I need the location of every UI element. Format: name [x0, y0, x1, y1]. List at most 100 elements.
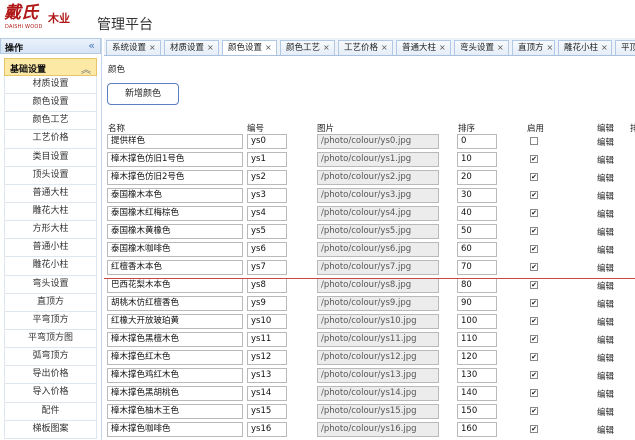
- sidebar-item[interactable]: 顶头设置: [4, 166, 97, 185]
- edit-link[interactable]: 编辑: [597, 208, 614, 220]
- colour-sort-input[interactable]: 50: [457, 224, 497, 239]
- sidebar-item[interactable]: 弯头设置: [4, 275, 97, 294]
- colour-code-input[interactable]: ys8: [247, 278, 287, 293]
- edit-link[interactable]: 编辑: [597, 262, 614, 274]
- edit-link[interactable]: 编辑: [597, 154, 614, 166]
- colour-sort-input[interactable]: 150: [457, 404, 497, 419]
- close-icon[interactable]: ×: [381, 43, 388, 52]
- colour-sort-input[interactable]: 20: [457, 170, 497, 185]
- colour-image-input[interactable]: /photo/colour/ys2.jpg: [317, 170, 439, 185]
- edit-link[interactable]: 编辑: [597, 424, 614, 436]
- colour-image-input[interactable]: /photo/colour/ys9.jpg: [317, 296, 439, 311]
- sidebar-item[interactable]: 弧弯顶方: [4, 348, 97, 367]
- sidebar-item[interactable]: 类目设置: [4, 148, 97, 167]
- colour-code-input[interactable]: ys11: [247, 332, 287, 347]
- colour-sort-input[interactable]: 140: [457, 386, 497, 401]
- colour-sort-input[interactable]: 160: [457, 422, 497, 437]
- colour-code-input[interactable]: ys2: [247, 170, 287, 185]
- sidebar-item[interactable]: 配件: [4, 402, 97, 421]
- colour-code-input[interactable]: ys10: [247, 314, 287, 329]
- tab[interactable]: 颜色工艺 ×: [280, 40, 335, 55]
- colour-code-input[interactable]: ys14: [247, 386, 287, 401]
- edit-link[interactable]: 编辑: [597, 244, 614, 256]
- colour-image-input[interactable]: /photo/colour/ys1.jpg: [317, 152, 439, 167]
- sidebar-item[interactable]: 工艺价格: [4, 130, 97, 149]
- colour-name-input[interactable]: 胡桃木仿红檀香色: [107, 296, 243, 311]
- close-icon[interactable]: ×: [601, 43, 608, 52]
- colour-code-input[interactable]: ys1: [247, 152, 287, 167]
- sidebar-item[interactable]: 方形大柱: [4, 221, 97, 240]
- tab[interactable]: 平顶×: [615, 40, 635, 55]
- colour-sort-input[interactable]: 10: [457, 152, 497, 167]
- enabled-checkbox[interactable]: ✔: [530, 407, 538, 415]
- colour-code-input[interactable]: ys15: [247, 404, 287, 419]
- close-icon[interactable]: ×: [207, 43, 214, 52]
- colour-name-input[interactable]: 樟木撑色黑胡桃色: [107, 386, 243, 401]
- tab[interactable]: 材质设置 ×: [164, 40, 219, 55]
- sidebar-item[interactable]: 颜色设置: [4, 94, 97, 113]
- enabled-checkbox[interactable]: ✔: [530, 317, 538, 325]
- colour-image-input[interactable]: /photo/colour/ys10.jpg: [317, 314, 439, 329]
- colour-code-input[interactable]: ys16: [247, 422, 287, 437]
- colour-sort-input[interactable]: 0: [457, 134, 497, 149]
- colour-name-input[interactable]: 樟木撑色鸡红木色: [107, 368, 243, 383]
- enabled-checkbox[interactable]: ✔: [530, 245, 538, 253]
- colour-code-input[interactable]: ys6: [247, 242, 287, 257]
- sidebar-group[interactable]: 基础设置 ︽: [4, 58, 97, 76]
- enabled-checkbox[interactable]: ✔: [530, 299, 538, 307]
- edit-link[interactable]: 编辑: [597, 406, 614, 418]
- colour-image-input[interactable]: /photo/colour/ys6.jpg: [317, 242, 439, 257]
- tab[interactable]: 直顶方 ×: [512, 40, 555, 55]
- close-icon[interactable]: ×: [265, 43, 272, 52]
- colour-sort-input[interactable]: 100: [457, 314, 497, 329]
- edit-link[interactable]: 编辑: [597, 298, 614, 310]
- colour-sort-input[interactable]: 70: [457, 260, 497, 275]
- sidebar-item[interactable]: 雕花大柱: [4, 202, 97, 222]
- chevron-up-icon[interactable]: ︽: [81, 61, 91, 76]
- colour-image-input[interactable]: /photo/colour/ys8.jpg: [317, 278, 439, 293]
- colour-code-input[interactable]: ys4: [247, 206, 287, 221]
- enabled-checkbox[interactable]: ✔: [530, 209, 538, 217]
- tab[interactable]: 普通大柱 ×: [396, 40, 451, 55]
- close-icon[interactable]: ×: [149, 43, 156, 52]
- colour-image-input[interactable]: /photo/colour/ys3.jpg: [317, 188, 439, 203]
- enabled-checkbox[interactable]: ✔: [530, 371, 538, 379]
- colour-code-input[interactable]: ys3: [247, 188, 287, 203]
- colour-name-input[interactable]: 巴西花梨木本色: [107, 278, 243, 293]
- edit-link[interactable]: 编辑: [597, 280, 614, 292]
- tab[interactable]: 工艺价格 ×: [338, 40, 393, 55]
- enabled-checkbox[interactable]: ✔: [530, 227, 538, 235]
- colour-name-input[interactable]: 樟木撑色仿旧2号色: [107, 170, 243, 185]
- colour-name-input[interactable]: 泰国橡木黄橡色: [107, 224, 243, 239]
- enabled-checkbox[interactable]: ✔: [530, 263, 538, 271]
- sidebar-item[interactable]: 雕花小柱: [4, 257, 97, 276]
- colour-name-input[interactable]: 樟木撑色柚木王色: [107, 404, 243, 419]
- colour-image-input[interactable]: /photo/colour/ys14.jpg: [317, 386, 439, 401]
- sidebar-item[interactable]: 梯板图案: [4, 420, 97, 439]
- edit-link[interactable]: 编辑: [597, 352, 614, 364]
- colour-image-input[interactable]: /photo/colour/ys16.jpg: [317, 422, 439, 437]
- colour-sort-input[interactable]: 30: [457, 188, 497, 203]
- close-icon[interactable]: ×: [439, 43, 446, 52]
- colour-sort-input[interactable]: 80: [457, 278, 497, 293]
- colour-name-input[interactable]: 樟木撑色仿旧1号色: [107, 152, 243, 167]
- sidebar-item[interactable]: 平弯顶方: [4, 311, 97, 330]
- colour-code-input[interactable]: ys0: [247, 134, 287, 149]
- sidebar-item[interactable]: 平弯顶方图: [4, 329, 97, 349]
- colour-sort-input[interactable]: 90: [457, 296, 497, 311]
- enabled-checkbox[interactable]: ✔: [530, 335, 538, 343]
- colour-sort-input[interactable]: 130: [457, 368, 497, 383]
- sidebar-item[interactable]: 直顶方: [4, 293, 97, 312]
- colour-image-input[interactable]: /photo/colour/ys11.jpg: [317, 332, 439, 347]
- colour-name-input[interactable]: 樟木撑色黑檀木色: [107, 332, 243, 347]
- colour-image-input[interactable]: /photo/colour/ys13.jpg: [317, 368, 439, 383]
- colour-sort-input[interactable]: 40: [457, 206, 497, 221]
- colour-name-input[interactable]: 提供样色: [107, 134, 243, 149]
- edit-link[interactable]: 编辑: [597, 136, 614, 148]
- colour-code-input[interactable]: ys12: [247, 350, 287, 365]
- colour-sort-input[interactable]: 110: [457, 332, 497, 347]
- edit-link[interactable]: 编辑: [597, 334, 614, 346]
- colour-name-input[interactable]: 泰国橡木红梅棕色: [107, 206, 243, 221]
- edit-link[interactable]: 编辑: [597, 388, 614, 400]
- edit-link[interactable]: 编辑: [597, 190, 614, 202]
